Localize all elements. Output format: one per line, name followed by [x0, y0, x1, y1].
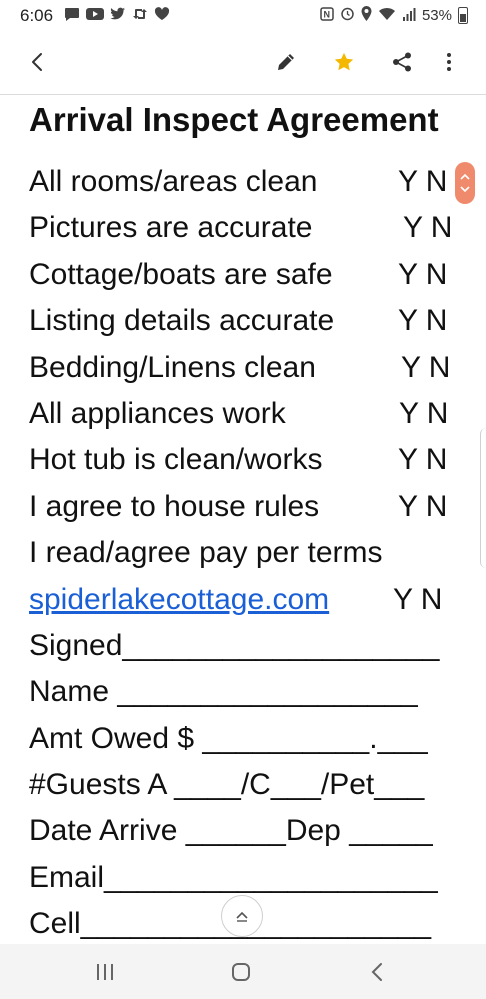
message-icon	[64, 7, 80, 25]
checklist-item: All rooms/areas clean Y N	[29, 162, 469, 208]
back-button[interactable]	[20, 44, 56, 80]
twitter-icon	[110, 7, 126, 25]
share-icon	[393, 52, 411, 72]
checklist-item: Listing details accurate Y N	[29, 301, 469, 347]
toolbar	[0, 32, 486, 95]
back-nav-button[interactable]	[357, 958, 397, 986]
status-time: 6:06	[20, 6, 54, 25]
form-field-amount-owed: Amt Owed $ __________.___	[29, 721, 428, 755]
youtube-icon	[86, 7, 104, 25]
system-status-icons: N 53%	[320, 6, 468, 25]
link-line: spiderlakecottage.com Y N	[29, 580, 469, 626]
document: Arrival Inspect Agreement All rooms/area…	[29, 96, 469, 940]
signal-icon	[402, 7, 416, 25]
battery-percent: 53%	[421, 7, 452, 24]
scroll-handle[interactable]	[455, 162, 475, 204]
item-label: All rooms/areas clean	[29, 165, 318, 198]
item-label: Listing details accurate	[29, 304, 335, 338]
navigation-bar	[0, 944, 486, 999]
checklist-item: Pictures are accurate Y N	[29, 208, 469, 254]
website-link[interactable]: spiderlakecottage.com	[29, 583, 329, 616]
status-bar: 6:06 N 53%	[0, 0, 486, 32]
pencil-icon	[278, 54, 294, 70]
form-field-signed: Signed___________________	[29, 628, 440, 662]
more-vertical-icon	[447, 53, 451, 71]
edit-button[interactable]	[268, 44, 304, 80]
item-label: Hot tub is clean/works	[29, 443, 323, 477]
document-title: Arrival Inspect Agreement	[29, 101, 439, 138]
checklist-item: Cottage/boats are safe Y N	[29, 255, 469, 301]
edge-panel-handle[interactable]	[480, 428, 486, 568]
favorite-button[interactable]	[326, 44, 362, 80]
recent-apps-button[interactable]	[85, 958, 125, 986]
document-lines: All rooms/areas clean Y N Pictures are ac…	[29, 162, 469, 951]
wifi-icon	[378, 7, 396, 25]
yes-no-answer: Y N	[398, 489, 448, 523]
checklist-item: Bedding/Linens clean Y N	[29, 348, 469, 394]
retweet-icon	[132, 7, 148, 25]
nfc-icon: N	[320, 6, 334, 25]
yes-no-answer: Y N	[403, 211, 453, 245]
back-nav-icon	[371, 963, 382, 981]
yes-no-answer: Y N	[398, 443, 448, 477]
more-options-button[interactable]	[431, 44, 467, 80]
form-field-guests: #Guests A ____/C___/Pet___	[29, 768, 425, 802]
star-icon	[334, 52, 354, 71]
yes-no-answer: Y N	[401, 350, 451, 384]
item-label: All appliances work	[29, 396, 286, 430]
checklist-item: All appliances work Y N	[29, 394, 469, 440]
yes-no-answer: Y N	[398, 165, 448, 198]
form-field-name: Name __________________	[29, 675, 418, 709]
notification-icons	[64, 7, 170, 25]
heart-icon	[154, 7, 170, 25]
checklist-item: Hot tub is clean/works Y N	[29, 440, 469, 486]
item-label: I agree to house rules	[29, 489, 320, 523]
chevron-up-icon	[236, 911, 248, 922]
battery-icon	[458, 7, 468, 24]
home-button[interactable]	[221, 958, 261, 986]
yes-no-answer: Y N	[399, 396, 449, 430]
home-icon	[232, 963, 250, 981]
checklist-item: I agree to house rules Y N	[29, 487, 469, 533]
yes-no-answer: Y N	[393, 582, 443, 616]
item-label: Cottage/boats are safe	[29, 257, 333, 291]
alarm-icon	[340, 6, 355, 25]
yes-no-answer: Y N	[398, 304, 448, 338]
item-label: Bedding/Linens clean	[29, 350, 316, 384]
yes-no-answer: Y N	[398, 257, 448, 291]
recent-apps-icon	[97, 964, 113, 980]
terms-line: I read/agree pay per terms	[29, 536, 383, 570]
scroll-arrows-icon	[460, 173, 470, 193]
share-button[interactable]	[384, 44, 420, 80]
svg-text:N: N	[323, 9, 330, 19]
form-field-dates: Date Arrive ______Dep _____	[29, 814, 433, 848]
location-icon	[361, 6, 372, 25]
back-arrow-icon	[32, 53, 42, 71]
item-label: Pictures are accurate	[29, 211, 313, 245]
scroll-to-top-button[interactable]	[221, 895, 263, 937]
